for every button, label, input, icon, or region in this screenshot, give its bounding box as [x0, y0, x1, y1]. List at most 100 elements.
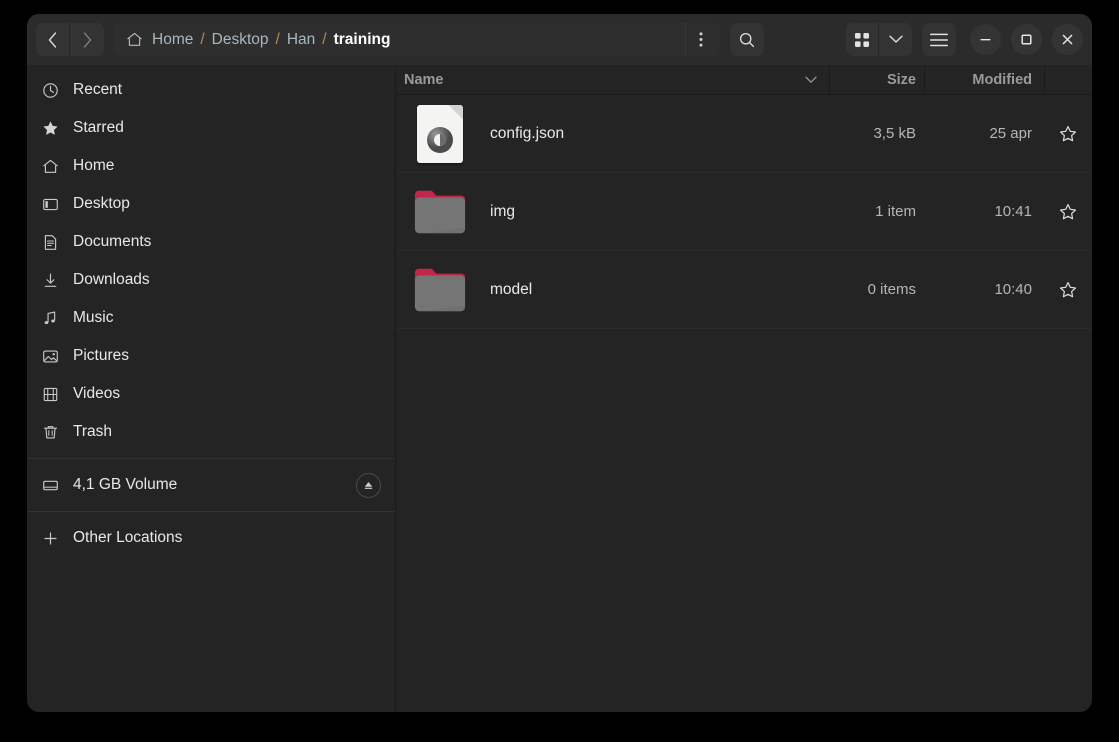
text-file-icon: [417, 104, 463, 163]
breadcrumb-segment-home[interactable]: Home: [152, 31, 193, 49]
file-size: 1 item: [875, 203, 916, 220]
breadcrumb: Home / Desktop / Han / training: [152, 31, 685, 49]
file-size: 3,5 kB: [873, 125, 916, 142]
minimize-button[interactable]: [970, 24, 1001, 55]
sidebar-item-trash[interactable]: Trash: [27, 413, 395, 451]
breadcrumb-segment-han[interactable]: Han: [287, 31, 315, 49]
file-modified: 10:40: [994, 281, 1032, 298]
window-body: Recent Starred Home Desktop Documents Do…: [27, 65, 1092, 712]
plus-icon: [41, 530, 59, 547]
maximize-icon: [1021, 34, 1032, 45]
grid-view-button[interactable]: [846, 23, 879, 56]
sidebar-item-downloads[interactable]: Downloads: [27, 261, 395, 299]
sidebar-item-label: Other Locations: [73, 529, 183, 546]
header-bar: Home / Desktop / Han / training: [27, 14, 1092, 65]
table-row[interactable]: config.json 3,5 kB 25 apr: [396, 95, 1092, 173]
file-icon: [412, 104, 468, 163]
sidebar-item-label: Videos: [73, 385, 121, 402]
column-header-name-label: Name: [404, 71, 444, 88]
sidebar-item-label: Downloads: [73, 271, 150, 288]
sidebar-item-home[interactable]: Home: [27, 147, 395, 185]
breadcrumb-segment-desktop[interactable]: Desktop: [212, 31, 269, 49]
file-name: config.json: [490, 124, 565, 142]
sidebar-item-desktop[interactable]: Desktop: [27, 185, 395, 223]
download-icon: [41, 272, 59, 289]
file-list-panel: Name Size Modified config.json 3,5 kB 25…: [396, 65, 1092, 712]
document-icon: [41, 234, 59, 251]
kebab-menu-icon: [699, 32, 703, 47]
file-manager-window: Home / Desktop / Han / training Recent S…: [27, 14, 1092, 712]
sidebar-item-documents[interactable]: Documents: [27, 223, 395, 261]
sidebar-item-label: Recent: [73, 81, 123, 98]
breadcrumb-separator: /: [322, 30, 327, 48]
sidebar-item-label: Documents: [73, 233, 152, 250]
sidebar-item-videos[interactable]: Videos: [27, 375, 395, 413]
navigation-buttons: [36, 23, 104, 56]
eject-button[interactable]: [356, 472, 381, 498]
chevron-left-icon: [48, 31, 57, 48]
chevron-down-icon: [805, 76, 817, 84]
video-icon: [41, 386, 59, 403]
file-lens-glyph: [427, 126, 453, 153]
grid-view-icon: [855, 32, 869, 47]
sidebar-item-recent[interactable]: Recent: [27, 71, 395, 109]
forward-button[interactable]: [70, 23, 104, 56]
chevron-right-icon: [83, 31, 91, 48]
chevron-down-icon: [888, 35, 903, 43]
folder-glyph: [414, 190, 466, 233]
breadcrumb-separator: /: [200, 30, 205, 48]
sidebar-item-label: Pictures: [73, 347, 129, 364]
minimize-icon: [980, 39, 991, 41]
sidebar-item-pictures[interactable]: Pictures: [27, 337, 395, 375]
desktop-icon: [41, 196, 59, 213]
close-icon: [1062, 34, 1073, 45]
folder-icon: [412, 264, 468, 316]
back-button[interactable]: [36, 23, 70, 56]
trash-icon: [41, 424, 59, 441]
search-button[interactable]: [730, 23, 764, 56]
star-outline-icon[interactable]: [1044, 125, 1092, 143]
maximize-button[interactable]: [1011, 24, 1042, 55]
column-header-size-label: Size: [886, 71, 916, 88]
path-menu-button[interactable]: [685, 23, 716, 56]
file-modified: 10:41: [994, 203, 1032, 220]
drive-icon: [41, 477, 59, 494]
table-row[interactable]: model 0 items 10:40: [396, 251, 1092, 329]
view-switcher: [846, 23, 912, 56]
sidebar-item-starred[interactable]: Starred: [27, 109, 395, 147]
file-modified: 25 apr: [989, 125, 1032, 142]
sidebar-item-label: Trash: [73, 423, 113, 440]
close-button[interactable]: [1052, 24, 1083, 55]
sidebar-item-label: Starred: [73, 119, 124, 136]
sidebar-item-label: Home: [73, 157, 115, 174]
column-header-modified[interactable]: Modified: [924, 65, 1044, 94]
sidebar-divider: [27, 511, 395, 512]
sidebar-item-label: 4,1 GB Volume: [73, 476, 178, 493]
path-bar[interactable]: Home / Desktop / Han / training: [113, 23, 720, 56]
eject-icon: [364, 481, 373, 489]
main-menu-button[interactable]: [922, 23, 956, 56]
sidebar-item-label: Music: [73, 309, 114, 326]
breadcrumb-separator: /: [275, 30, 280, 48]
sidebar-item-other-locations[interactable]: Other Locations: [27, 519, 395, 557]
folder-icon: [412, 186, 468, 238]
column-header-name[interactable]: Name: [400, 65, 829, 94]
sidebar-item-music[interactable]: Music: [27, 299, 395, 337]
star-outline-icon[interactable]: [1044, 203, 1092, 221]
sidebar: Recent Starred Home Desktop Documents Do…: [27, 65, 396, 712]
star-outline-icon[interactable]: [1044, 281, 1092, 299]
hamburger-menu-icon: [930, 33, 948, 46]
column-header-size[interactable]: Size: [829, 65, 924, 94]
sidebar-divider: [27, 458, 395, 459]
home-icon: [41, 158, 59, 175]
home-icon: [126, 31, 143, 48]
window-controls: [970, 24, 1083, 55]
file-name: img: [490, 202, 515, 220]
view-options-button[interactable]: [879, 23, 912, 56]
music-note-icon: [41, 310, 59, 327]
column-header-modified-label: Modified: [972, 71, 1032, 88]
sidebar-item-volume[interactable]: 4,1 GB Volume: [27, 466, 395, 504]
breadcrumb-segment-training[interactable]: training: [334, 31, 391, 49]
folder-glyph: [414, 268, 466, 311]
table-row[interactable]: img 1 item 10:41: [396, 173, 1092, 251]
